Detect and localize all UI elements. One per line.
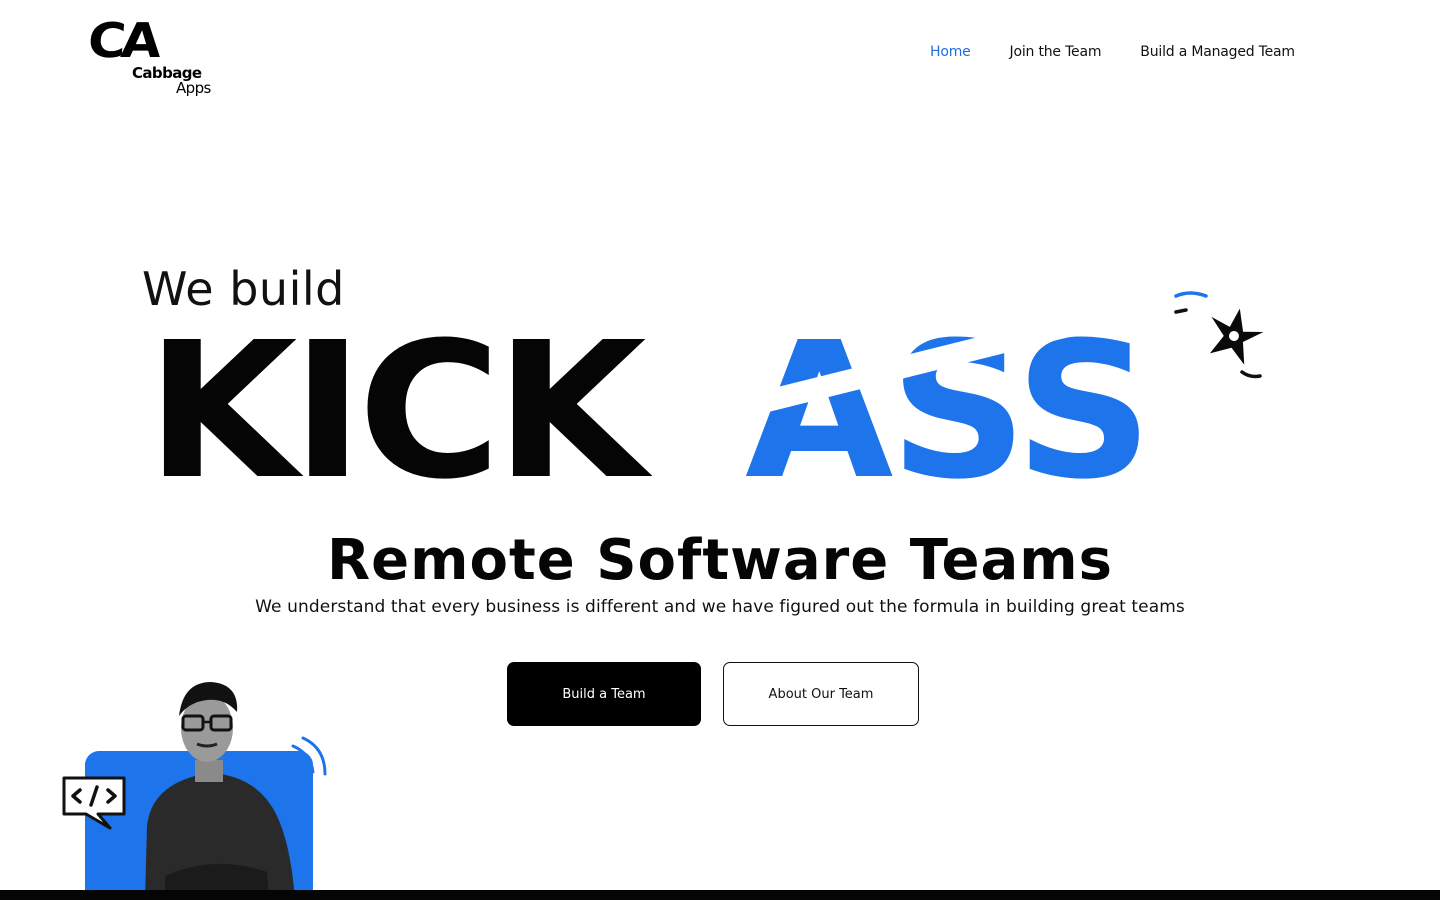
hero-tagline: We understand that every business is dif…	[255, 597, 1185, 617]
shuriken-icon	[1174, 291, 1264, 379]
nav-item-build-managed-team[interactable]: Build a Managed Team	[1140, 44, 1295, 60]
nav-item-join-the-team[interactable]: Join the Team	[1010, 44, 1102, 60]
main-nav: Home Join the Team Build a Managed Team	[930, 44, 1295, 60]
build-a-team-button[interactable]: Build a Team	[507, 662, 701, 726]
hero-subheadline: Remote Software Teams	[327, 528, 1113, 593]
nav-item-home[interactable]: Home	[930, 44, 971, 60]
logo-line-apps: Apps	[176, 79, 211, 97]
about-our-team-button[interactable]: About Our Team	[723, 662, 919, 726]
page: CA Cabbage Apps Home Join the Team Build…	[0, 0, 1440, 900]
code-bubble-icon	[62, 776, 126, 830]
brand-logo[interactable]: CA Cabbage Apps	[86, 14, 230, 98]
section-divider-bar	[0, 890, 1440, 900]
logo-mark: CA	[85, 14, 159, 70]
hero-headline-kick: KICK	[146, 302, 647, 521]
team-member-illustration	[55, 676, 345, 900]
